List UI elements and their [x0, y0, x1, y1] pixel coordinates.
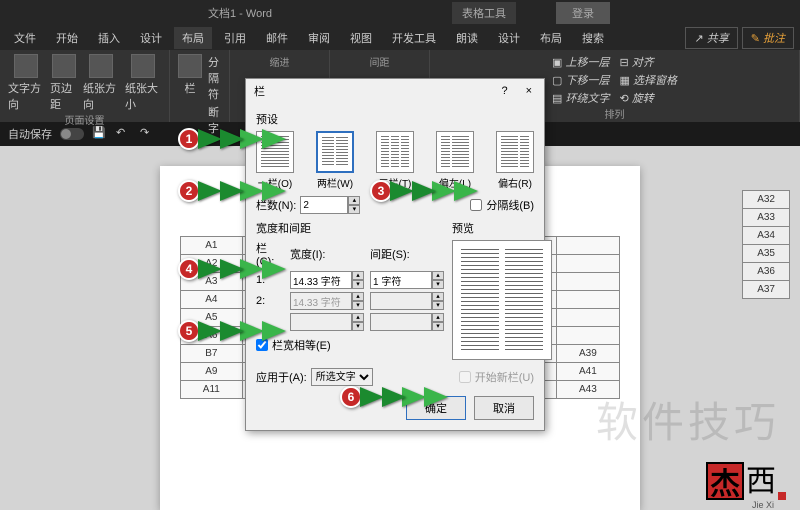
margins-button[interactable]: 页边距	[50, 54, 77, 112]
bring-forward-button[interactable]: ▣ 上移一层	[552, 54, 609, 70]
col1-width-input[interactable]	[290, 271, 352, 289]
rotate-button[interactable]: ⟲ 旋转	[620, 90, 677, 106]
logo: 杰 西	[706, 456, 786, 500]
tab-mailings[interactable]: 邮件	[258, 27, 296, 49]
help-icon[interactable]: ?	[497, 85, 511, 97]
tab-design[interactable]: 设计	[132, 27, 170, 49]
preset-right[interactable]: 偏右(R)	[496, 131, 534, 190]
tab-read-aloud[interactable]: 朗读	[448, 27, 486, 49]
dialog-title: 栏	[254, 83, 265, 99]
watermark: 软件技巧	[596, 389, 780, 450]
document-title: 文档1 - Word	[208, 5, 272, 21]
breaks-button[interactable]: 分隔符	[208, 54, 221, 102]
tab-table-layout[interactable]: 布局	[532, 27, 570, 49]
wrap-text-button[interactable]: ▤ 环绕文字	[552, 90, 609, 106]
presets-label: 预设	[256, 111, 534, 127]
align-button[interactable]: ⊟ 对齐	[620, 54, 677, 70]
save-icon[interactable]: 💾	[92, 126, 108, 142]
tab-view[interactable]: 视图	[342, 27, 380, 49]
preview-label: 预览	[452, 220, 552, 236]
group-spacing: 间距	[370, 54, 390, 69]
selection-pane-button[interactable]: ▦ 选择窗格	[620, 72, 677, 88]
col2-width-input	[290, 292, 352, 310]
preset-two[interactable]: 两栏(W)	[316, 131, 354, 190]
tab-review[interactable]: 审阅	[300, 27, 338, 49]
cancel-button[interactable]: 取消	[474, 396, 534, 420]
spin-down-icon[interactable]: ▾	[348, 205, 360, 214]
tab-table-design[interactable]: 设计	[490, 27, 528, 49]
annotation-2: 2	[178, 180, 244, 202]
col2-spacing-input	[370, 292, 432, 310]
width-spacing-label: 宽度和间距	[256, 220, 444, 236]
group-arrange: 排列	[605, 106, 625, 121]
tab-layout[interactable]: 布局	[174, 27, 212, 49]
preview-box	[452, 240, 552, 360]
apply-to-label: 应用于(A):	[256, 369, 307, 385]
table-tools-tab[interactable]: 表格工具	[452, 2, 516, 24]
annotation-5: 5	[178, 320, 244, 342]
text-direction-button[interactable]: 文字方向	[8, 54, 44, 112]
ribbon-tabs: 文件 开始 插入 设计 布局 引用 邮件 审阅 视图 开发工具 朗读 设计 布局…	[0, 26, 800, 50]
tab-insert[interactable]: 插入	[90, 27, 128, 49]
columns-button[interactable]: 栏	[178, 54, 202, 96]
login-button[interactable]: 登录	[556, 2, 610, 24]
tab-developer[interactable]: 开发工具	[384, 27, 444, 49]
annotation-1: 1	[178, 128, 244, 150]
col1-spacing-input[interactable]	[370, 271, 432, 289]
annotation-4: 4	[178, 258, 244, 280]
num-columns-input[interactable]	[300, 196, 348, 214]
share-button[interactable]: ↗ 共享	[685, 27, 737, 49]
spin-up-icon[interactable]: ▴	[348, 196, 360, 205]
annotation-6: 6	[340, 386, 406, 408]
tab-file[interactable]: 文件	[6, 27, 44, 49]
dialog-titlebar[interactable]: 栏 ? ×	[246, 79, 544, 103]
tab-home[interactable]: 开始	[48, 27, 86, 49]
comments-button[interactable]: ✎ 批注	[742, 27, 794, 49]
columns-dialog: 栏 ? × 预设 一栏(O) 两栏(W) 三栏(T) 偏左(L) 偏右(R) 栏…	[245, 78, 545, 431]
num-columns-spinner[interactable]: ▴▾	[300, 196, 360, 214]
logo-subtitle: Jie Xi	[752, 500, 774, 510]
table-right-column: A32 A33 A34 A35 A36 A37	[742, 190, 790, 299]
annotation-3: 3	[370, 180, 436, 202]
tab-references[interactable]: 引用	[216, 27, 254, 49]
width-header: 宽度(I):	[290, 246, 364, 262]
paper-size-button[interactable]: 纸张大小	[125, 54, 161, 112]
autosave-toggle[interactable]	[60, 128, 84, 140]
autosave-label: 自动保存	[8, 126, 52, 142]
line-between-checkbox[interactable]: 分隔线(B)	[470, 197, 534, 213]
apply-to-select[interactable]: 所选文字	[311, 368, 373, 386]
redo-icon[interactable]: ↷	[140, 126, 156, 142]
send-backward-button[interactable]: ▢ 下移一层	[552, 72, 609, 88]
group-page-setup: 页面设置	[65, 112, 105, 127]
title-bar: 文档1 - Word 表格工具 登录	[0, 0, 800, 26]
spacing-header: 间距(S):	[370, 246, 444, 262]
start-new-column-checkbox: 开始新栏(U)	[459, 369, 534, 385]
close-icon[interactable]: ×	[522, 85, 536, 97]
group-indent: 缩进	[270, 54, 290, 69]
undo-icon[interactable]: ↶	[116, 126, 132, 142]
orientation-button[interactable]: 纸张方向	[83, 54, 119, 112]
tab-search[interactable]: 搜索	[574, 27, 612, 49]
